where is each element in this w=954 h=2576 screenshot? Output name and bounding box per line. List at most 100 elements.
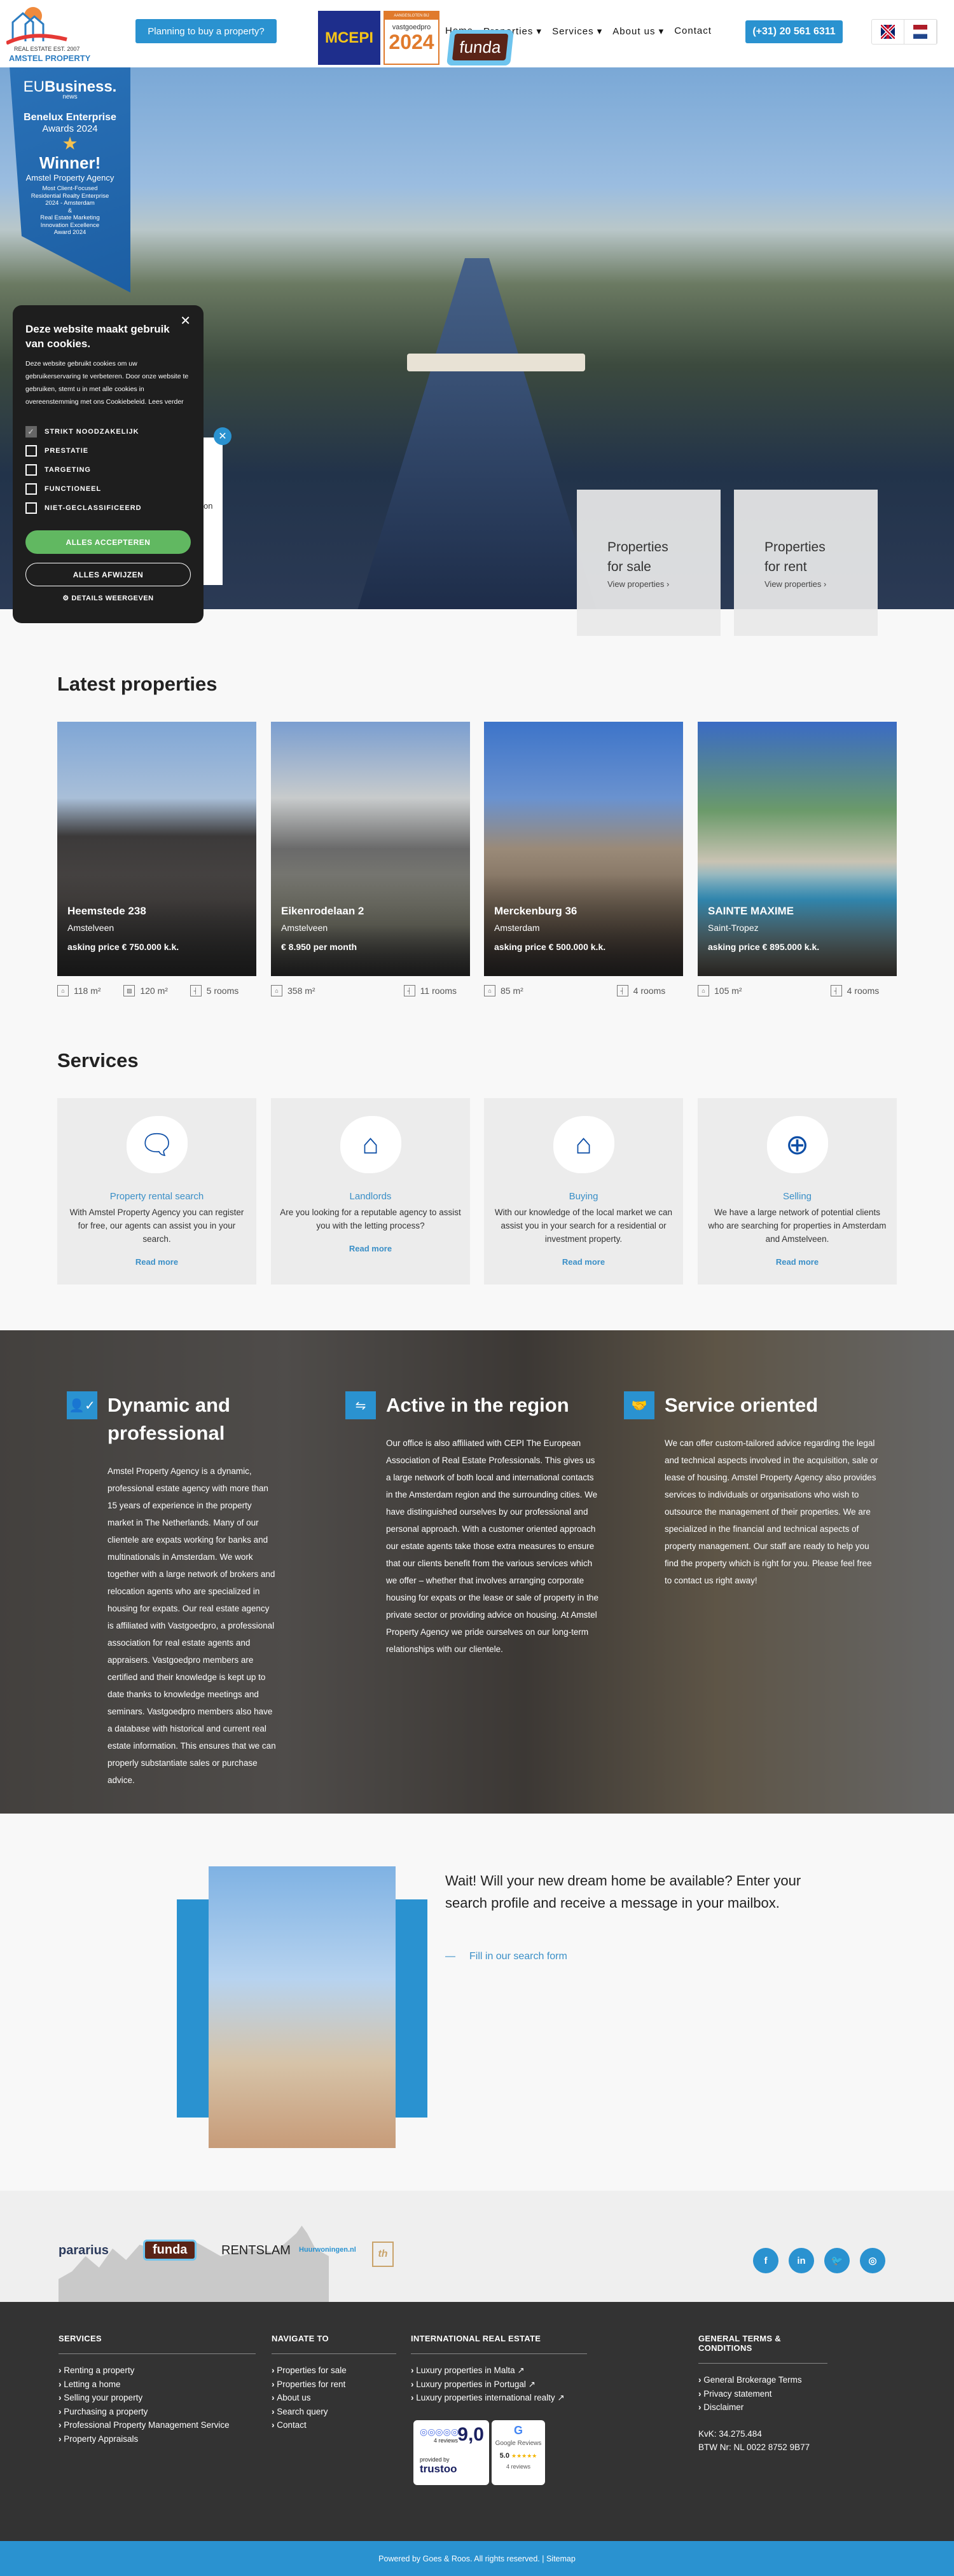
th-logo[interactable]: th [372,2242,394,2267]
accept-all-button[interactable]: ALLES ACCEPTEREN [25,530,191,554]
cookie-consent-dialog: ✕ Deze website maakt gebruik van cookies… [13,305,204,623]
property-photo[interactable]: Heemstede 238 Amstelveen asking price € … [57,722,256,976]
footer-international: INTERNATIONAL REAL ESTATE Luxury propert… [411,2334,587,2405]
cookie-option-targeting[interactable]: TARGETING [25,460,191,479]
cookie-option-performance[interactable]: PRESTATIE [25,441,191,460]
instagram-icon[interactable]: ◎ [860,2248,885,2273]
footer-link[interactable]: Luxury properties in Malta ↗ [411,2364,587,2378]
property-card[interactable]: SAINTE MAXIME Saint-Tropez asking price … [698,722,897,1005]
service-text: With our knowledge of the local market w… [494,1208,673,1244]
footer-link[interactable]: Renting a property [59,2364,256,2378]
footer-link[interactable]: Luxury properties international realty ↗ [411,2391,587,2405]
reject-all-button[interactable]: ALLES AFWIJZEN [25,563,191,586]
rooms: ┤ 5 rooms [190,985,256,996]
facebook-icon[interactable]: f [753,2248,778,2273]
footer-link[interactable]: Property Appraisals [59,2432,256,2446]
footer-link[interactable]: Purchasing a property [59,2405,256,2419]
funda-logo[interactable]: funda [143,2240,197,2261]
property-card[interactable]: Merckenburg 36 Amsterdam asking price € … [484,722,683,1005]
footer-link[interactable]: Luxury properties in Portugal ↗ [411,2378,587,2392]
footer-link[interactable]: Properties for sale [272,2364,396,2378]
mcepi-badge[interactable]: MCEPI [318,11,380,65]
checkbox[interactable] [25,483,37,495]
read-more-link[interactable]: Read more [57,1257,256,1267]
huurwoningen-logo[interactable]: Huurwoningen.nl [299,2246,356,2254]
read-more-link[interactable]: Read more [271,1244,470,1253]
about-text: Our office is also affiliated with CEPI … [386,1438,598,1654]
funda-badge[interactable]: funda [446,30,514,65]
checkbox[interactable] [25,445,37,457]
property-specs: ⌂ 118 m² ▨ 120 m² ┤ 5 rooms [57,976,256,1005]
decor-bar [177,1899,210,2118]
property-price: asking price € 750.000 k.k. [67,942,179,952]
footer-link[interactable]: About us [272,2391,396,2405]
footer-link[interactable]: General Brokerage Terms [698,2373,827,2387]
popup-text: on [204,501,213,511]
living-area: ⌂ 85 m² [484,985,550,996]
service-text: Are you looking for a reputable agency t… [280,1208,461,1230]
vastgoedpro-badge[interactable]: AANGESLOTEN BIJ vastgoedpro 2024 [384,11,439,65]
service-card[interactable]: 🗨 Property rental search With Amstel Pro… [57,1098,256,1285]
footer-link[interactable]: Letting a home [59,2378,256,2392]
footer-link[interactable]: Privacy statement [698,2387,827,2401]
lang-nl[interactable] [904,20,937,44]
checkbox-checked-icon[interactable]: ✓ [25,426,37,437]
view-properties-link[interactable]: View properties [764,579,821,589]
properties-for-sale-box[interactable]: Properties for sale View properties › [577,490,721,636]
about-column: ⇋ Active in the region Our office is als… [345,1391,600,1658]
nav-contact[interactable]: Contact [674,25,712,41]
cookie-close-icon[interactable]: ✕ [180,313,191,329]
linkedin-icon[interactable]: in [789,2248,814,2273]
read-more-link[interactable]: Lees verder [148,398,183,406]
pararius-logo[interactable]: pararius [59,2243,109,2258]
read-more-link[interactable]: Read more [698,1257,897,1267]
trustoo-widget[interactable]: ◎◎◎◎◎ 9,0 4 reviews provided by trustoo [413,2420,489,2485]
phone-button[interactable]: (+31) 20 561 6311 [745,20,843,43]
popup-close-icon[interactable]: ✕ [214,427,232,445]
cookie-option-functional[interactable]: FUNCTIONEEL [25,479,191,499]
chevron-right-icon: › [824,579,827,589]
cookie-option-unclassified[interactable]: NIET-GECLASSIFICEERD [25,499,191,518]
service-card[interactable]: ⌂ Landlords Are you looking for a reputa… [271,1098,470,1285]
user-check-icon: 👤✓ [67,1391,97,1419]
checkbox[interactable] [25,502,37,514]
nav-about-us[interactable]: About us ▾ [612,25,664,41]
property-card[interactable]: Heemstede 238 Amstelveen asking price € … [57,722,256,1005]
property-photo[interactable]: Merckenburg 36 Amsterdam asking price € … [484,722,683,976]
rentslam-logo[interactable]: RENTSLAM [221,2243,291,2258]
property-photo[interactable]: Eikenrodelaan 2 Amstelveen € 8.950 per m… [271,722,470,976]
amstel-property-logo[interactable]: REAL ESTATE EST. 2007 AMSTEL PROPERTY [5,6,102,64]
property-photo[interactable]: SAINTE MAXIME Saint-Tropez asking price … [698,722,897,976]
footer-link[interactable]: Properties for rent [272,2378,396,2392]
footer-link[interactable]: Search query [272,2405,396,2419]
vastgoedpro-year: 2024 [389,31,434,53]
house-area-icon: ⌂ [57,985,69,996]
search-cta-text: Wait! Will your new dream home be availa… [445,1873,801,1911]
show-details-button[interactable]: ⚙ DETAILS WEERGEVEN [25,594,191,602]
footer-link[interactable]: Disclaimer [698,2400,827,2414]
footer-link[interactable]: Contact [272,2418,396,2432]
service-card[interactable]: ⌂ Buying With our knowledge of the local… [484,1098,683,1285]
properties-for-rent-box[interactable]: Properties for rent View properties › [734,490,878,636]
vat-number: BTW Nr: NL 0022 8752 9B77 [698,2442,810,2452]
property-card[interactable]: Eikenrodelaan 2 Amstelveen € 8.950 per m… [271,722,470,1005]
lang-en[interactable] [872,20,904,44]
checkbox[interactable] [25,464,37,476]
cookie-option-strict[interactable]: ✓ STRIKT NOODZAKELIJK [25,422,191,441]
logo-name: AMSTEL PROPERTY [9,53,91,63]
plot-area: ▨ 120 m² [123,985,190,996]
footer-link[interactable]: Professional Property Management Service [59,2418,256,2432]
view-properties-link[interactable]: View properties [607,579,664,589]
house-area-icon: ⌂ [484,985,495,996]
twitter-icon[interactable]: 🐦 [824,2248,850,2273]
nav-services[interactable]: Services ▾ [552,25,602,41]
search-form-link[interactable]: — Fill in our search form [445,1951,567,1962]
planning-to-buy-button[interactable]: Planning to buy a property? [135,19,277,43]
copyright-bar[interactable]: Powered by Goes & Roos. All rights reser… [0,2541,954,2576]
footer-link[interactable]: Selling your property [59,2391,256,2405]
latest-properties-title: Latest properties [57,673,218,695]
google-reviews-widget[interactable]: G Google Reviews 5.0 ★★★★★ 4 reviews [492,2420,545,2485]
service-card[interactable]: ⊕ Selling We have a large network of pot… [698,1098,897,1285]
read-more-link[interactable]: Read more [484,1257,683,1267]
property-name: Heemstede 238 [67,905,146,917]
